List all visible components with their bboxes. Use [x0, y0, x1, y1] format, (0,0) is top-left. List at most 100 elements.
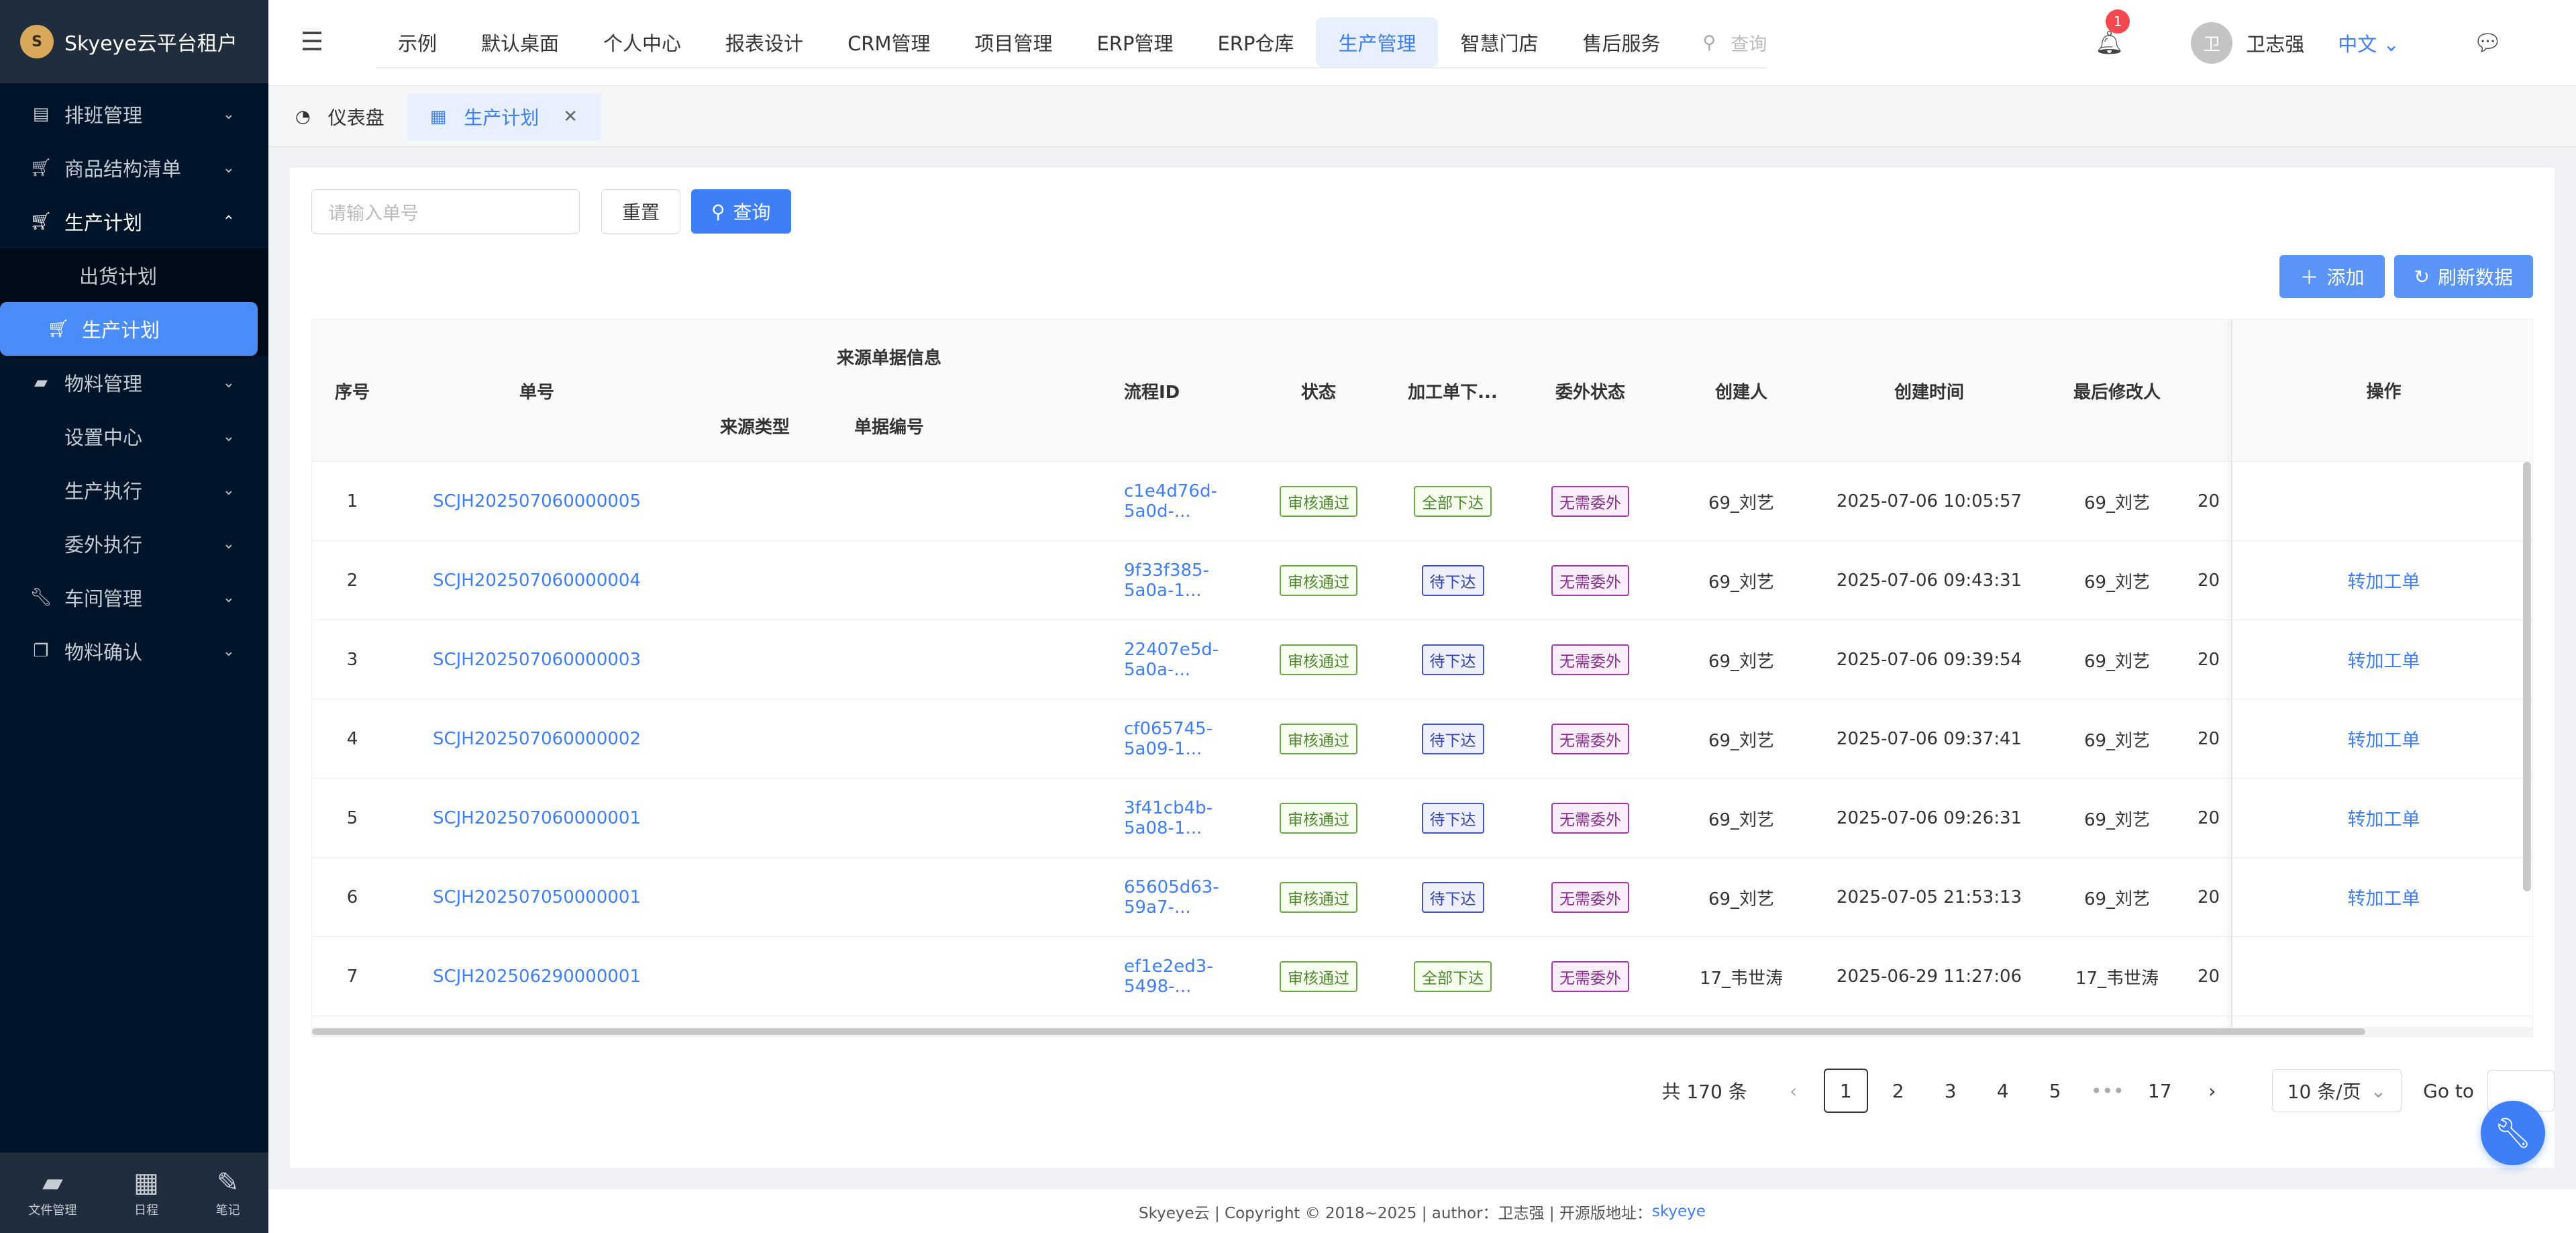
close-icon[interactable]: ✕ — [563, 107, 578, 127]
row-number[interactable]: SCJH202506290000001 — [433, 967, 641, 987]
sidebar-item-production-plan-active[interactable]: 🛒︎ 生产计划 — [0, 302, 258, 356]
table-row[interactable]: 2 SCJH202507060000004 9f33f385-5a0a-1... 审核… — [312, 541, 2532, 620]
sidebar-item-shipment-plan[interactable]: 出货计划 — [0, 248, 268, 302]
table-row[interactable]: 4 SCJH202507060000002 cf065745-5a09-1... 审核… — [312, 699, 2532, 779]
row-flow-id[interactable]: cf065745-5a09-1... — [1124, 719, 1258, 759]
footer-link[interactable]: skyeye — [1652, 1203, 1706, 1220]
sidebar-item-materials[interactable]: ▰ 物料管理 ⌄ — [0, 356, 268, 409]
page-size-select[interactable]: 10 条/页 ⌄ — [2271, 1069, 2402, 1112]
horizontal-scrollbar[interactable] — [312, 1027, 2532, 1036]
row-number[interactable]: SCJH202507050000001 — [433, 887, 641, 907]
table-row[interactable]: 7 SCJH202506290000001 ef1e2ed3-5498-... 审核通… — [312, 937, 2532, 1016]
row-outsource: 无需委外 — [1551, 961, 1629, 992]
row-flow-id[interactable]: ef1e2ed3-5498-... — [1124, 956, 1258, 997]
row-number[interactable]: SCJH202507060000002 — [433, 729, 641, 749]
topnav-item[interactable]: ERP管理 — [1075, 17, 1196, 67]
table-row[interactable]: 5 SCJH202507060000001 3f41cb4b-5a08-1... 审核… — [312, 779, 2532, 858]
top-search[interactable]: ⚲ 查询 — [1682, 17, 1767, 67]
sidebar-item-label: 生产执行 — [64, 480, 143, 503]
row-flow-id-cell: cf065745-5a09-1... — [1097, 699, 1258, 779]
avatar[interactable]: 卫 — [2191, 22, 2233, 64]
file-manager-button[interactable]: ▰ 文件管理 — [28, 1167, 76, 1218]
add-button[interactable]: ＋ 添加 — [2279, 255, 2385, 298]
reset-button[interactable]: 重置 — [601, 189, 681, 234]
row-flow-id-cell: ef1e2ed3-5498-... — [1097, 937, 1258, 1016]
chat-icon[interactable]: 💬︎ — [2473, 30, 2502, 56]
vertical-scrollbar[interactable] — [2523, 462, 2531, 891]
row-flow-id[interactable]: 3f41cb4b-5a08-1... — [1124, 798, 1258, 838]
tab-production-plan[interactable]: ▦ 生产计划 ✕ — [407, 93, 601, 140]
topnav-item[interactable]: 项目管理 — [952, 17, 1074, 67]
topnav-item[interactable]: 售后服务 — [1560, 17, 1682, 67]
topnav-item[interactable]: CRM管理 — [825, 17, 952, 67]
table-row[interactable]: 3 SCJH202507060000003 22407e5d-5a0a-... 审核通… — [312, 620, 2532, 699]
row-creator-cell: 69_刘艺 — [1661, 858, 1822, 937]
row-flow-id[interactable]: 9f33f385-5a0a-1... — [1124, 560, 1258, 601]
sidebar-item-settings[interactable]: 设置中心 ⌄ — [0, 409, 268, 463]
topnav-item[interactable]: 默认桌面 — [459, 17, 581, 67]
page-4[interactable]: 4 — [1981, 1069, 2025, 1113]
row-number-cell: SCJH202507060000002 — [393, 699, 681, 779]
menu-toggle-icon[interactable]: ☰ — [301, 27, 323, 56]
sidebar-item-label: 物料确认 — [64, 641, 143, 664]
row-flow-id[interactable]: 65605d63-59a7-... — [1124, 877, 1258, 918]
topnav-item[interactable]: ERP仓库 — [1195, 17, 1316, 67]
convert-to-work-order-link[interactable]: 转加工单 — [2348, 567, 2420, 593]
user-name[interactable]: 卫志强 — [2246, 29, 2304, 57]
topnav-item[interactable]: 报表设计 — [703, 17, 825, 67]
row-number[interactable]: SCJH202507060000001 — [433, 808, 641, 828]
convert-to-work-order-link[interactable]: 转加工单 — [2348, 884, 2420, 910]
row-number[interactable]: SCJH202507060000004 — [433, 571, 641, 591]
topnav-item-selected[interactable]: 生产管理 — [1316, 17, 1439, 67]
page-footer: Skyeye云 | Copyright © 2018~2025 | author… — [268, 1189, 2576, 1233]
page-2[interactable]: 2 — [1876, 1069, 1920, 1113]
row-number[interactable]: SCJH202507060000005 — [433, 491, 641, 511]
row-flow-id[interactable]: c1e4d76d-5a0d-... — [1124, 481, 1258, 522]
page-last[interactable]: 17 — [2138, 1069, 2182, 1113]
refresh-button[interactable]: ↻ 刷新数据 — [2393, 255, 2533, 298]
schedule-button[interactable]: ▦ 日程 — [134, 1167, 159, 1218]
scroll-thumb[interactable] — [312, 1028, 2365, 1035]
convert-to-work-order-link[interactable]: 转加工单 — [2348, 805, 2420, 831]
sidebar-item-production-plan[interactable]: 🛒︎ 生产计划 ⌃ — [0, 195, 268, 248]
col-created-at: 创建时间 — [1894, 382, 1964, 403]
order-number-input[interactable]: 请输入单号 — [311, 189, 580, 234]
page-5[interactable]: 5 — [2033, 1069, 2077, 1113]
next-page-icon[interactable]: › — [2190, 1069, 2234, 1113]
page-3[interactable]: 3 — [1928, 1069, 1973, 1113]
notes-button[interactable]: ✎ 笔记 — [216, 1167, 240, 1218]
sidebar-item-bom[interactable]: 🛒︎ 商品结构清单 ⌄ — [0, 141, 268, 195]
sidebar-item-material-confirm[interactable]: ❐ 物料确认 ⌄ — [0, 624, 268, 678]
tab-dashboard[interactable]: ◔ 仪表盘 — [268, 93, 407, 140]
row-outsource-cell: 无需委外 — [1520, 858, 1661, 937]
brand[interactable]: S Skyeye云平台租户 — [0, 0, 268, 83]
language-select[interactable]: 中文 ⌄ — [2338, 29, 2400, 57]
topnav-item[interactable]: 智慧门店 — [1438, 17, 1560, 67]
row-creator-cell: 69_刘艺 — [1661, 699, 1822, 779]
convert-to-work-order-link[interactable]: 转加工单 — [2348, 726, 2420, 752]
topnav-item[interactable]: 示例 — [376, 17, 459, 67]
notes-label: 笔记 — [215, 1203, 240, 1218]
topnav-item[interactable]: 个人中心 — [581, 17, 703, 67]
sidebar-item-schedule[interactable]: ▤ 排班管理 ⌄ — [0, 87, 268, 141]
row-issue-cell: 待下达 — [1386, 541, 1520, 620]
notification-bell-icon[interactable]: 🔔︎ 1 — [2095, 9, 2130, 56]
page-ellipsis[interactable]: ••• — [2085, 1069, 2130, 1113]
query-button[interactable]: ⚲ 查询 — [691, 189, 791, 234]
sidebar-item-outsource[interactable]: 委外执行 ⌄ — [0, 517, 268, 571]
sidebar-item-execution[interactable]: 生产执行 ⌄ — [0, 463, 268, 517]
row-number[interactable]: SCJH202507060000003 — [433, 650, 641, 670]
row-created-at: 2025-07-06 09:26:31 — [1836, 808, 2022, 828]
table-row[interactable]: 1 SCJH202507060000005 c1e4d76d-5a0d-... 审核通… — [312, 462, 2532, 541]
page-1[interactable]: 1 — [1823, 1069, 1868, 1113]
prev-page-icon[interactable]: ‹ — [1771, 1069, 1816, 1113]
convert-to-work-order-link[interactable]: 转加工单 — [2348, 646, 2420, 673]
cart-icon: 🛒︎ — [30, 211, 52, 232]
sidebar-item-workshop[interactable]: 🔧︎ 车间管理 ⌄ — [0, 571, 268, 624]
row-index-cell: 4 — [312, 699, 393, 779]
tools-fab-wrench-icon[interactable]: 🔧︎ — [2481, 1101, 2545, 1165]
row-issue: 待下达 — [1421, 644, 1484, 675]
row-flow-id[interactable]: 22407e5d-5a0a-... — [1124, 640, 1258, 680]
refresh-label: 刷新数据 — [2437, 266, 2513, 289]
table-row[interactable]: 6 SCJH202507050000001 65605d63-59a7-... 审核通… — [312, 858, 2532, 937]
